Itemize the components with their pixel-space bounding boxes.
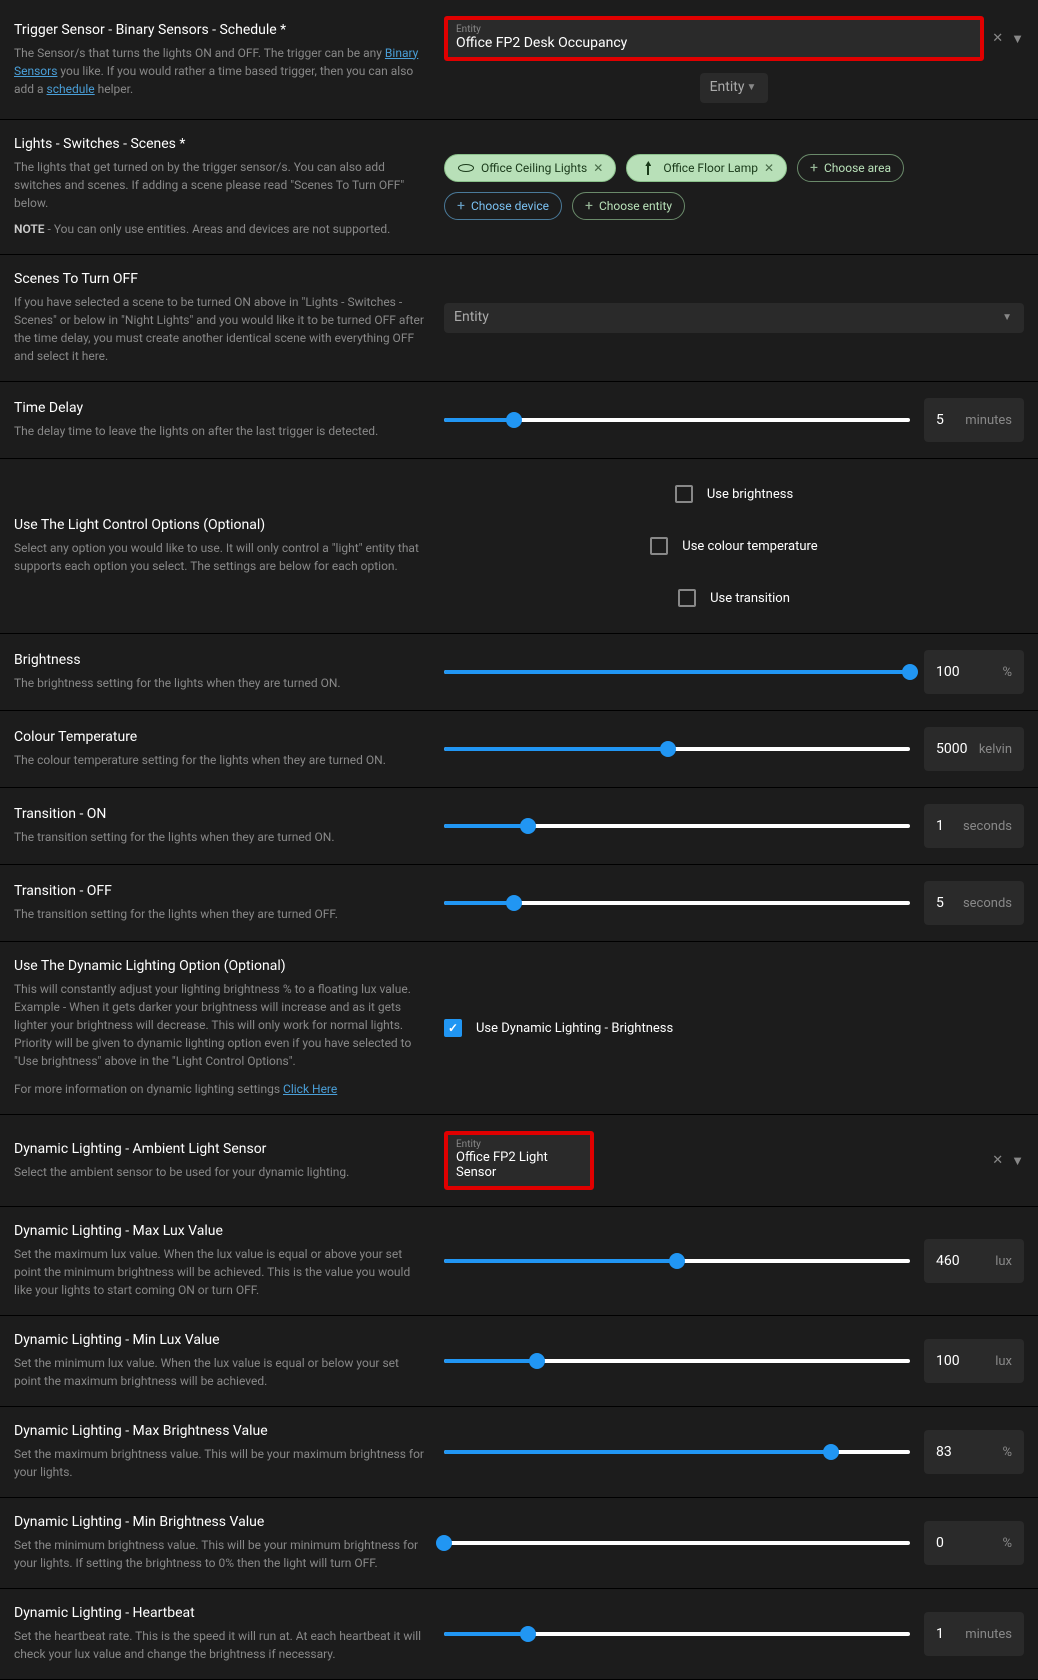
row-heartbeat: Dynamic Lighting - Heartbeat Set the hea… bbox=[0, 1589, 1038, 1680]
row-max-lux: Dynamic Lighting - Max Lux Value Set the… bbox=[0, 1207, 1038, 1316]
row-brightness: Brightness The brightness setting for th… bbox=[0, 634, 1038, 711]
brightness-title: Brightness bbox=[14, 652, 424, 668]
use-colour-temp-checkbox[interactable] bbox=[650, 537, 668, 555]
chip-floor-lamp[interactable]: Office Floor Lamp ✕ bbox=[626, 154, 787, 182]
time-delay-value[interactable]: 5 minutes bbox=[924, 398, 1024, 442]
scenes-off-entity-field[interactable]: Entity ▼ bbox=[444, 303, 1024, 333]
close-icon[interactable]: ✕ bbox=[764, 161, 774, 175]
row-time-delay: Time Delay The delay time to leave the l… bbox=[0, 382, 1038, 459]
trigger-sensor-desc: The Sensor/s that turns the lights ON an… bbox=[14, 44, 424, 98]
schedule-link[interactable]: schedule bbox=[47, 82, 95, 96]
colour-temp-desc: The colour temperature setting for the l… bbox=[14, 751, 424, 769]
heartbeat-desc: Set the heartbeat rate. This is the spee… bbox=[14, 1627, 424, 1663]
time-delay-title: Time Delay bbox=[14, 400, 424, 416]
ambient-sensor-desc: Select the ambient sensor to be used for… bbox=[14, 1163, 424, 1181]
light-control-title: Use The Light Control Options (Optional) bbox=[14, 517, 424, 533]
floor-lamp-icon bbox=[639, 161, 657, 175]
transition-on-slider[interactable] bbox=[444, 816, 910, 836]
max-lux-desc: Set the maximum lux value. When the lux … bbox=[14, 1245, 424, 1299]
brightness-value[interactable]: 100 % bbox=[924, 650, 1024, 694]
row-max-brightness: Dynamic Lighting - Max Brightness Value … bbox=[0, 1407, 1038, 1498]
transition-off-value[interactable]: 5 seconds bbox=[924, 881, 1024, 925]
trigger-entity-field-2[interactable]: Entity ▼ bbox=[700, 73, 769, 103]
trigger-entity-field[interactable]: Entity Office FP2 Desk Occupancy bbox=[444, 16, 984, 61]
min-lux-value[interactable]: 100 lux bbox=[924, 1339, 1024, 1383]
min-brightness-value[interactable]: 0 % bbox=[924, 1521, 1024, 1565]
use-brightness-checkbox[interactable] bbox=[675, 485, 693, 503]
row-lights: Lights - Switches - Scenes * The lights … bbox=[0, 120, 1038, 255]
row-transition-off: Transition - OFF The transition setting … bbox=[0, 865, 1038, 942]
chevron-down-icon[interactable]: ▼ bbox=[1011, 1153, 1024, 1169]
light-control-desc: Select any option you would like to use.… bbox=[14, 539, 424, 575]
colour-temp-title: Colour Temperature bbox=[14, 729, 424, 745]
transition-on-title: Transition - ON bbox=[14, 806, 424, 822]
choose-area-button[interactable]: + Choose area bbox=[797, 154, 904, 182]
row-transition-on: Transition - ON The transition setting f… bbox=[0, 788, 1038, 865]
clear-icon[interactable]: ✕ bbox=[984, 31, 1011, 46]
light-oval-icon bbox=[457, 161, 475, 175]
row-trigger-sensor: Trigger Sensor - Binary Sensors - Schedu… bbox=[0, 0, 1038, 120]
min-lux-title: Dynamic Lighting - Min Lux Value bbox=[14, 1332, 424, 1348]
dynamic-desc: This will constantly adjust your lightin… bbox=[14, 980, 424, 1070]
max-brightness-desc: Set the maximum brightness value. This w… bbox=[14, 1445, 424, 1481]
brightness-desc: The brightness setting for the lights wh… bbox=[14, 674, 424, 692]
chevron-down-icon[interactable]: ▼ bbox=[1011, 31, 1024, 47]
row-scenes-off: Scenes To Turn OFF If you have selected … bbox=[0, 255, 1038, 382]
row-min-brightness: Dynamic Lighting - Min Brightness Value … bbox=[0, 1498, 1038, 1589]
row-dynamic-lighting: Use The Dynamic Lighting Option (Optiona… bbox=[0, 942, 1038, 1115]
transition-on-desc: The transition setting for the lights wh… bbox=[14, 828, 424, 846]
ambient-sensor-title: Dynamic Lighting - Ambient Light Sensor bbox=[14, 1141, 424, 1157]
transition-on-value[interactable]: 1 seconds bbox=[924, 804, 1024, 848]
plus-icon: + bbox=[457, 198, 465, 214]
row-light-control: Use The Light Control Options (Optional)… bbox=[0, 459, 1038, 634]
transition-off-slider[interactable] bbox=[444, 893, 910, 913]
chip-ceiling-lights[interactable]: Office Ceiling Lights ✕ bbox=[444, 154, 616, 182]
scenes-off-desc: If you have selected a scene to be turne… bbox=[14, 293, 424, 365]
trigger-sensor-title: Trigger Sensor - Binary Sensors - Schedu… bbox=[14, 22, 424, 38]
max-brightness-slider[interactable] bbox=[444, 1442, 910, 1462]
scenes-off-title: Scenes To Turn OFF bbox=[14, 271, 424, 287]
choose-device-button[interactable]: + Choose device bbox=[444, 192, 562, 220]
heartbeat-value[interactable]: 1 minutes bbox=[924, 1612, 1024, 1656]
use-transition-checkbox[interactable] bbox=[678, 589, 696, 607]
colour-temp-slider[interactable] bbox=[444, 739, 910, 759]
max-brightness-title: Dynamic Lighting - Max Brightness Value bbox=[14, 1423, 424, 1439]
clear-icon[interactable]: ✕ bbox=[984, 1153, 1011, 1168]
close-icon[interactable]: ✕ bbox=[593, 161, 603, 175]
ambient-entity-field[interactable]: Entity Office FP2 Light Sensor bbox=[444, 1131, 594, 1190]
min-brightness-title: Dynamic Lighting - Min Brightness Value bbox=[14, 1514, 424, 1530]
plus-icon: + bbox=[585, 198, 593, 214]
time-delay-desc: The delay time to leave the lights on af… bbox=[14, 422, 424, 440]
min-brightness-slider[interactable] bbox=[444, 1533, 910, 1553]
max-lux-title: Dynamic Lighting - Max Lux Value bbox=[14, 1223, 424, 1239]
transition-off-desc: The transition setting for the lights wh… bbox=[14, 905, 424, 923]
heartbeat-slider[interactable] bbox=[444, 1624, 910, 1644]
lights-title: Lights - Switches - Scenes * bbox=[14, 136, 424, 152]
max-lux-slider[interactable] bbox=[444, 1251, 910, 1271]
heartbeat-title: Dynamic Lighting - Heartbeat bbox=[14, 1605, 424, 1621]
choose-entity-button[interactable]: + Choose entity bbox=[572, 192, 685, 220]
plus-icon: + bbox=[810, 160, 818, 176]
brightness-slider[interactable] bbox=[444, 662, 910, 682]
chevron-down-icon[interactable]: ▼ bbox=[1000, 312, 1014, 323]
colour-temp-value[interactable]: 5000 kelvin bbox=[924, 727, 1024, 771]
transition-off-title: Transition - OFF bbox=[14, 883, 424, 899]
min-brightness-desc: Set the minimum brightness value. This w… bbox=[14, 1536, 424, 1572]
dynamic-title: Use The Dynamic Lighting Option (Optiona… bbox=[14, 958, 424, 974]
row-min-lux: Dynamic Lighting - Min Lux Value Set the… bbox=[0, 1316, 1038, 1407]
min-lux-slider[interactable] bbox=[444, 1351, 910, 1371]
max-lux-value[interactable]: 460 lux bbox=[924, 1239, 1024, 1283]
use-dynamic-lighting-checkbox[interactable] bbox=[444, 1019, 462, 1037]
min-lux-desc: Set the minimum lux value. When the lux … bbox=[14, 1354, 424, 1390]
max-brightness-value[interactable]: 83 % bbox=[924, 1430, 1024, 1474]
lights-desc: The lights that get turned on by the tri… bbox=[14, 158, 424, 212]
row-colour-temp: Colour Temperature The colour temperatur… bbox=[0, 711, 1038, 788]
click-here-link[interactable]: Click Here bbox=[283, 1082, 337, 1096]
chevron-down-icon[interactable]: ▼ bbox=[744, 82, 758, 93]
time-delay-slider[interactable] bbox=[444, 410, 910, 430]
row-ambient-sensor: Dynamic Lighting - Ambient Light Sensor … bbox=[0, 1115, 1038, 1207]
